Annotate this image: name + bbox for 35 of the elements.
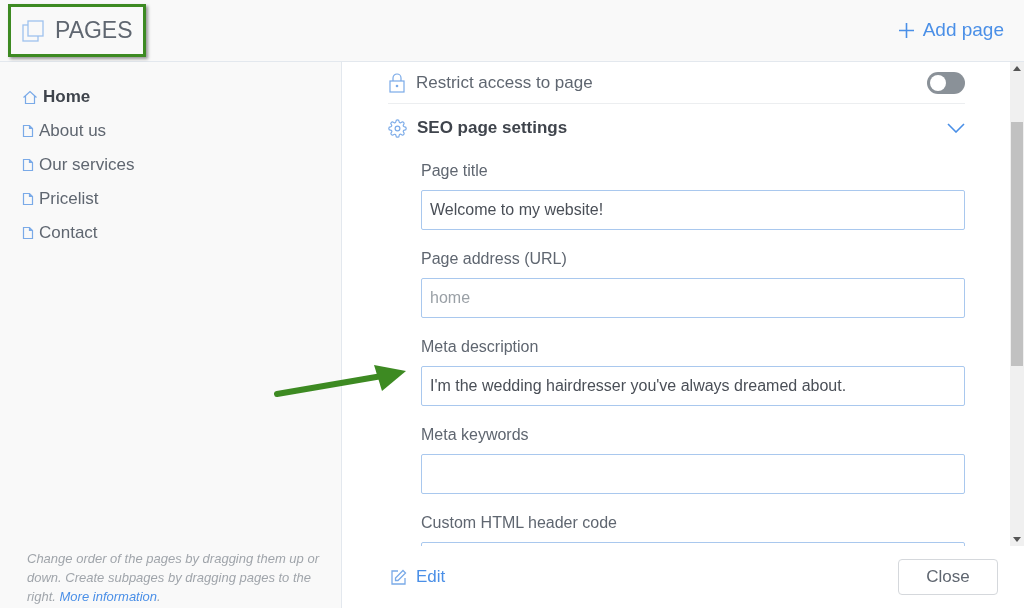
- lock-icon: [388, 72, 406, 93]
- page-icon: [22, 226, 34, 240]
- page-list-item[interactable]: About us: [22, 120, 321, 142]
- edit-icon: [390, 568, 407, 586]
- page-icon: [22, 192, 34, 206]
- field-label: Page title: [421, 161, 489, 181]
- close-button[interactable]: Close: [898, 559, 998, 595]
- scrollbar[interactable]: [1010, 62, 1024, 546]
- scroll-up-arrow-icon[interactable]: [1013, 66, 1021, 71]
- page-list-item[interactable]: Pricelist: [22, 188, 321, 210]
- page-list-item[interactable]: Our services: [22, 154, 321, 176]
- text-field[interactable]: Welcome to my website!: [421, 190, 965, 230]
- pages-icon: [21, 18, 45, 43]
- add-page-button[interactable]: Add page: [897, 16, 1004, 45]
- page-icon: [22, 158, 34, 172]
- home-icon: [22, 89, 38, 105]
- seo-section-header[interactable]: SEO page settings: [388, 104, 965, 152]
- page-list-item[interactable]: Home: [22, 86, 321, 108]
- field-label: Meta keywords: [421, 425, 530, 445]
- text-field[interactable]: home: [421, 278, 965, 318]
- field-label: Custom HTML header code: [421, 513, 618, 533]
- page-list-item[interactable]: Contact: [22, 222, 321, 244]
- plus-icon: [897, 22, 915, 39]
- gear-icon: [388, 118, 407, 138]
- text-field[interactable]: I'm the wedding hairdresser you've always dreamed about.: [421, 366, 965, 406]
- setting-label: Restrict access to page: [416, 71, 593, 94]
- panel-title: PAGES: [55, 16, 133, 46]
- scroll-down-arrow-icon[interactable]: [1013, 537, 1021, 542]
- field-label: Meta description: [421, 337, 540, 357]
- hint-text: Change order of the pages by dragging them up or down. Create subpages by dragging pages to the right. More information.: [26, 550, 321, 606]
- edit-button[interactable]: Edit: [390, 564, 446, 590]
- toggle-switch[interactable]: [927, 71, 965, 94]
- field-label: Page address (URL): [421, 249, 568, 269]
- text-field[interactable]: [421, 454, 965, 494]
- page-icon: [22, 124, 34, 138]
